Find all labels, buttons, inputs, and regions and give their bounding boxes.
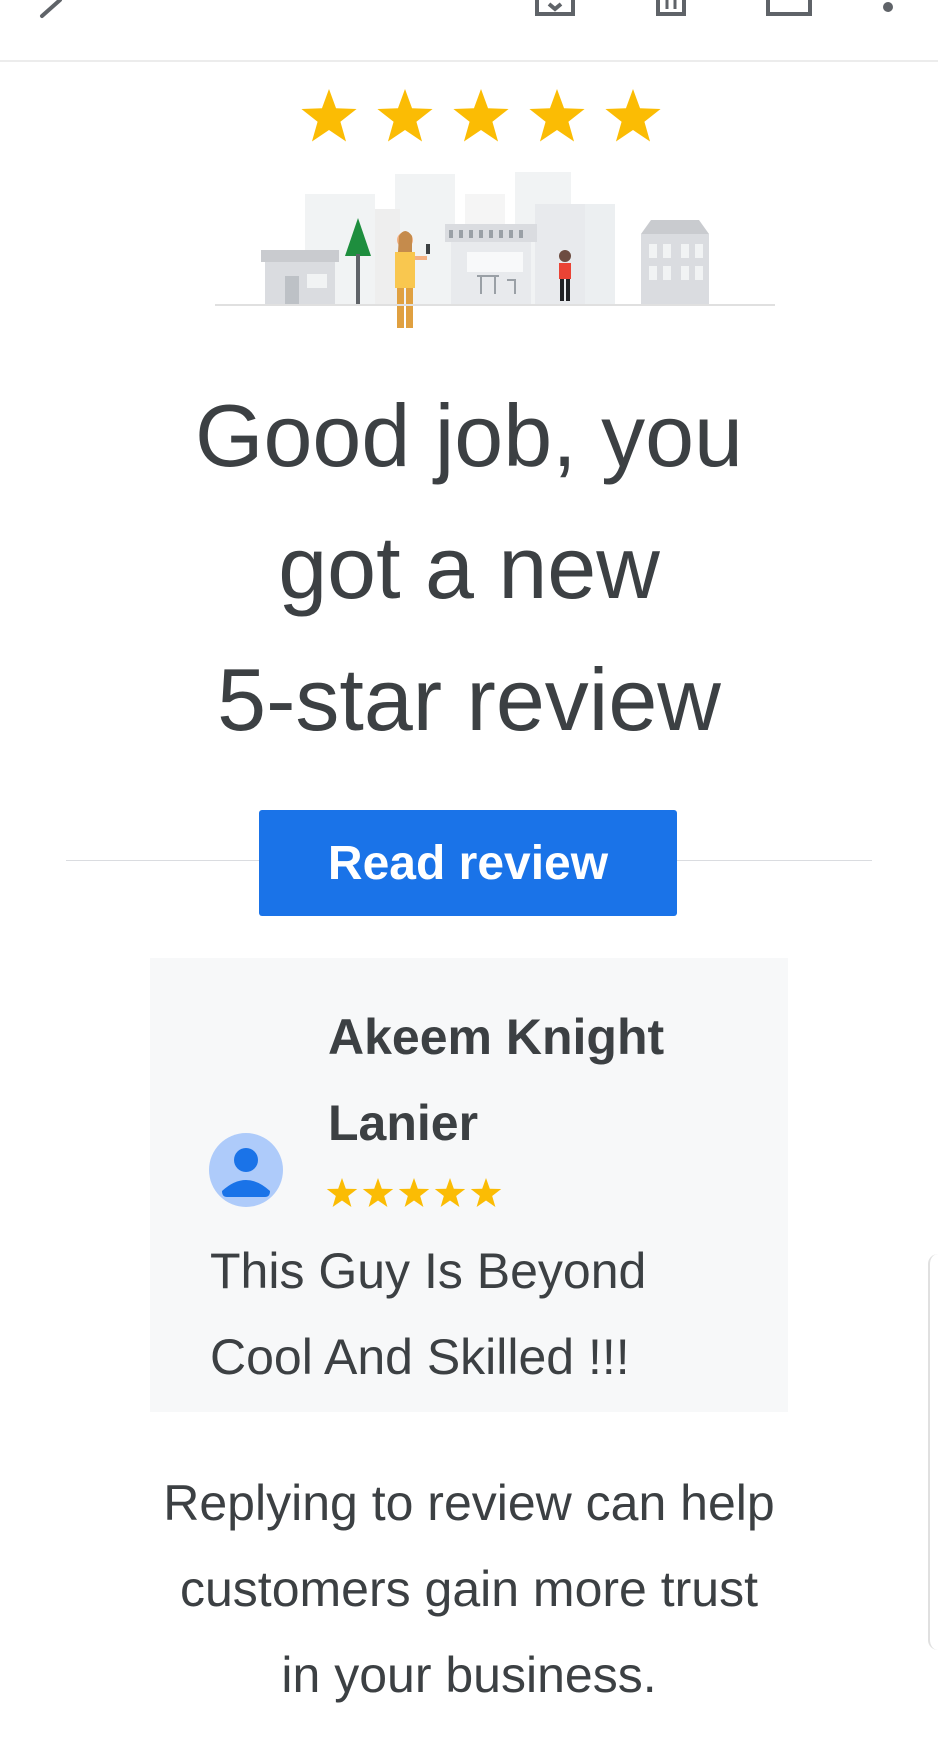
delete-icon[interactable]	[654, 0, 688, 22]
more-vert-icon[interactable]	[880, 0, 896, 20]
back-arrow-icon[interactable]	[30, 0, 70, 20]
scrollbar[interactable]	[928, 1254, 938, 1650]
star-icon	[362, 1178, 394, 1207]
divider-right	[677, 860, 872, 861]
star-icon	[470, 1178, 502, 1207]
reviewer-name: Akeem Knight Lanier	[328, 994, 748, 1166]
star-icon	[529, 89, 585, 142]
star-icon	[605, 89, 661, 142]
reply-prompt-line: customers gain more trust	[180, 1561, 758, 1617]
reply-prompt: Replying to review can help customers ga…	[60, 1460, 878, 1718]
star-icon	[377, 89, 433, 142]
review-text: This Guy Is Beyond Cool And Skilled !!!	[210, 1228, 770, 1400]
avatar-icon	[209, 1133, 283, 1207]
rating-stars	[301, 89, 661, 142]
storefront-illustration	[215, 172, 775, 328]
review-card: Akeem Knight Lanier This Guy Is Beyond C…	[150, 958, 788, 1412]
review-text-line: This Guy Is Beyond	[210, 1243, 647, 1299]
star-icon	[301, 89, 357, 142]
star-icon	[326, 1178, 358, 1207]
star-icon	[398, 1178, 430, 1207]
headline: Good job, you got a new 5-star review	[40, 370, 898, 766]
reply-prompt-line: Replying to review can help	[163, 1475, 775, 1531]
top-app-bar	[0, 0, 938, 62]
archive-icon[interactable]	[533, 0, 577, 22]
star-icon	[453, 89, 509, 142]
read-review-button[interactable]: Read review	[259, 810, 677, 916]
mail-icon[interactable]	[764, 0, 814, 20]
reply-prompt-line: in your business.	[281, 1647, 657, 1703]
divider-left	[66, 860, 260, 861]
star-icon	[434, 1178, 466, 1207]
reviewer-name-line: Akeem Knight	[328, 1009, 665, 1065]
headline-line: got a new	[278, 518, 660, 617]
headline-line: 5-star review	[217, 650, 721, 749]
headline-line: Good job, you	[195, 386, 743, 485]
review-text-line: Cool And Skilled !!!	[210, 1329, 630, 1385]
review-stars	[326, 1178, 502, 1207]
reviewer-name-line: Lanier	[328, 1095, 479, 1151]
